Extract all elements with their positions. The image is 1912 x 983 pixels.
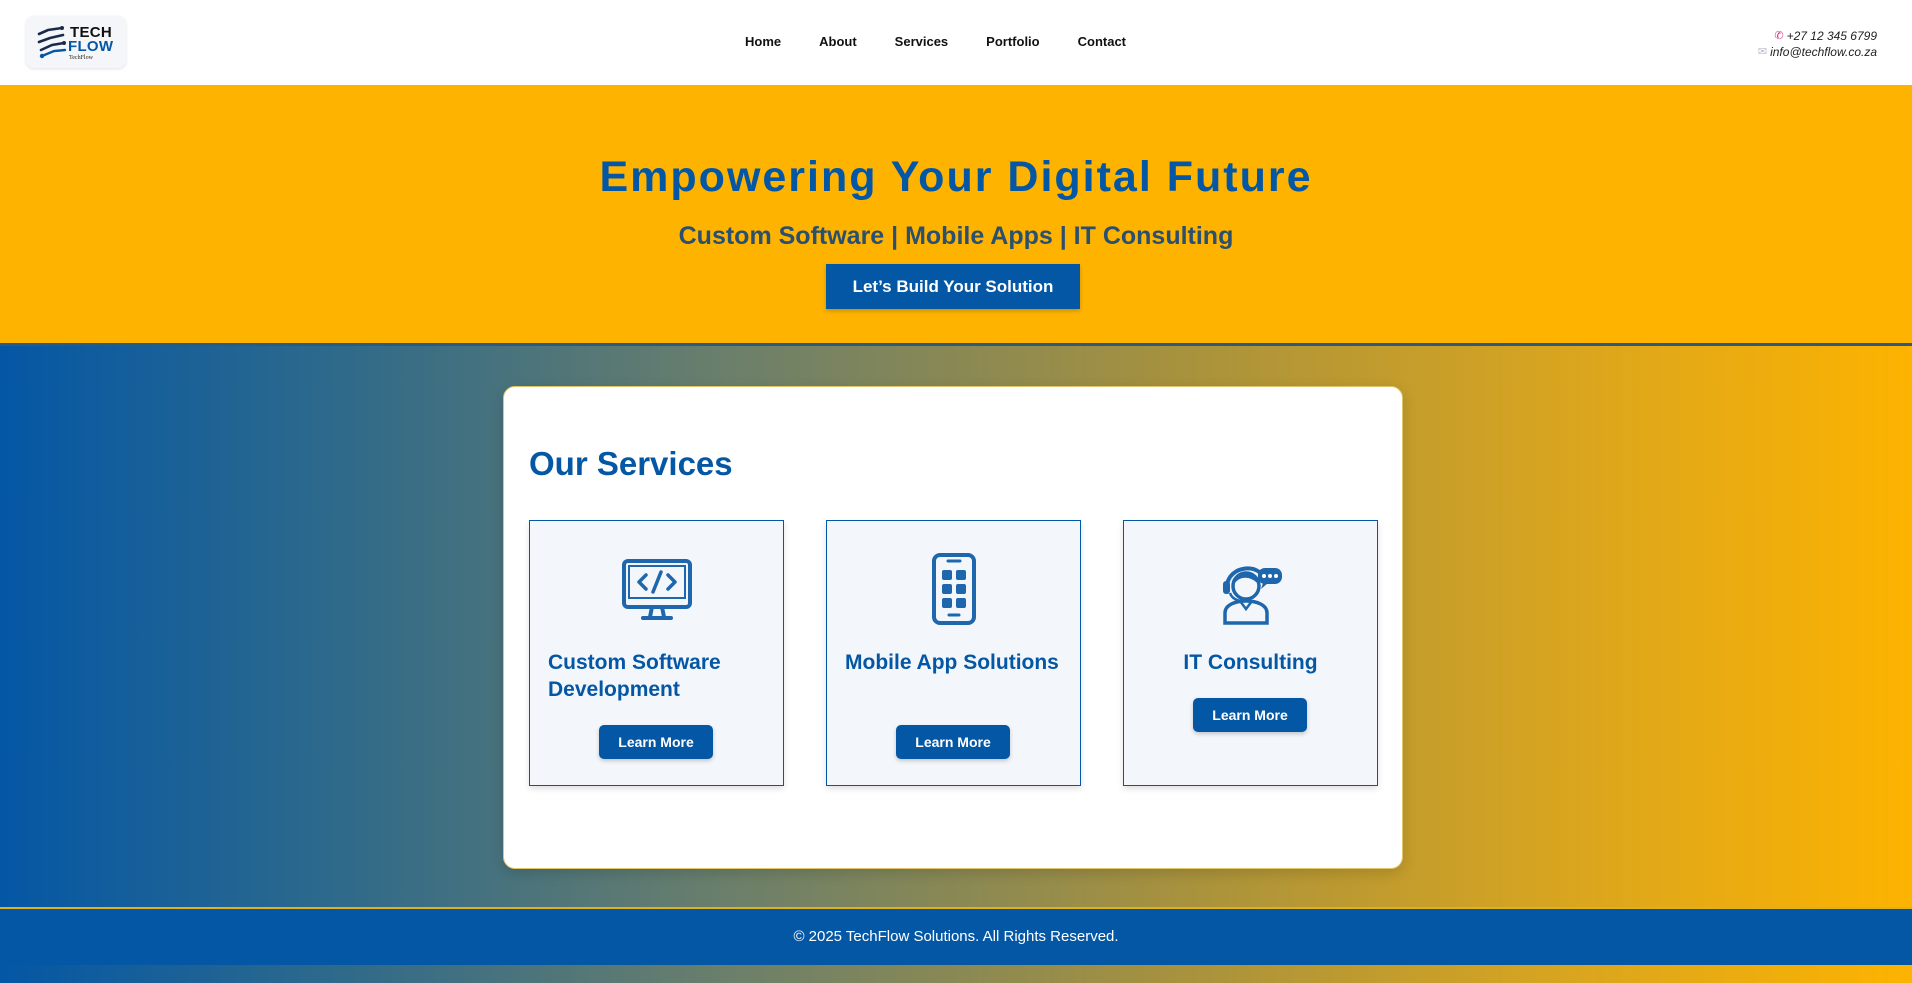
mobile-app-icon: [932, 553, 976, 625]
circuit-logo-icon: [37, 26, 67, 59]
nav-home[interactable]: Home: [745, 34, 781, 50]
phone-icon: ✆: [1774, 30, 1784, 42]
email-address: info@techflow.co.za: [1770, 45, 1877, 59]
service-card-it-consulting: IT Consulting Learn More: [1123, 520, 1378, 786]
consultant-headset-icon: [1223, 566, 1282, 625]
hero-title: Empowering Your Digital Future: [599, 153, 1313, 201]
main-nav: Home About Services Portfolio Contact: [745, 34, 1164, 50]
nav-portfolio[interactable]: Portfolio: [986, 34, 1039, 50]
service-title: Custom Software Development: [548, 651, 721, 701]
build-solution-button[interactable]: Let’s Build Your Solution: [826, 264, 1080, 309]
learn-more-button[interactable]: Learn More: [599, 725, 713, 759]
hero-banner: Empowering Your Digital Future Custom So…: [0, 85, 1912, 346]
logo-word-flow: FLOW: [68, 38, 114, 55]
learn-more-button[interactable]: Learn More: [896, 725, 1010, 759]
nav-about[interactable]: About: [819, 34, 857, 50]
service-title: Mobile App Solutions: [845, 651, 1059, 674]
hero-subtitle: Custom Software | Mobile Apps | IT Consu…: [678, 222, 1234, 250]
site-footer: © 2025 TechFlow Solutions. All Rights Re…: [0, 907, 1912, 965]
phone-row[interactable]: ✆ +27 12 345 6799: [1758, 28, 1877, 44]
nav-contact[interactable]: Contact: [1078, 34, 1126, 50]
nav-services[interactable]: Services: [895, 34, 949, 50]
phone-number: +27 12 345 6799: [1786, 29, 1877, 43]
service-card-mobile-app: Mobile App Solutions Learn More: [826, 520, 1081, 786]
service-title: IT Consulting: [1183, 651, 1318, 674]
copyright-text: © 2025 TechFlow Solutions. All Rights Re…: [793, 928, 1119, 945]
services-card: Our Services Custom Software Development…: [503, 386, 1403, 869]
email-row[interactable]: ✉ info@techflow.co.za: [1758, 44, 1877, 60]
site-header: TECH FLOW TechFlow Home About Services P…: [0, 0, 1912, 85]
service-card-custom-software: Custom Software Development Learn More: [529, 520, 784, 786]
monitor-code-icon: [622, 559, 692, 620]
services-heading: Our Services: [529, 445, 733, 482]
learn-more-button[interactable]: Learn More: [1193, 698, 1307, 732]
logo-tagline: TechFlow: [69, 55, 93, 61]
envelope-icon: ✉: [1757, 46, 1768, 58]
contact-info: ✆ +27 12 345 6799 ✉ info@techflow.co.za: [1758, 28, 1877, 60]
logo[interactable]: TECH FLOW TechFlow: [26, 16, 126, 68]
